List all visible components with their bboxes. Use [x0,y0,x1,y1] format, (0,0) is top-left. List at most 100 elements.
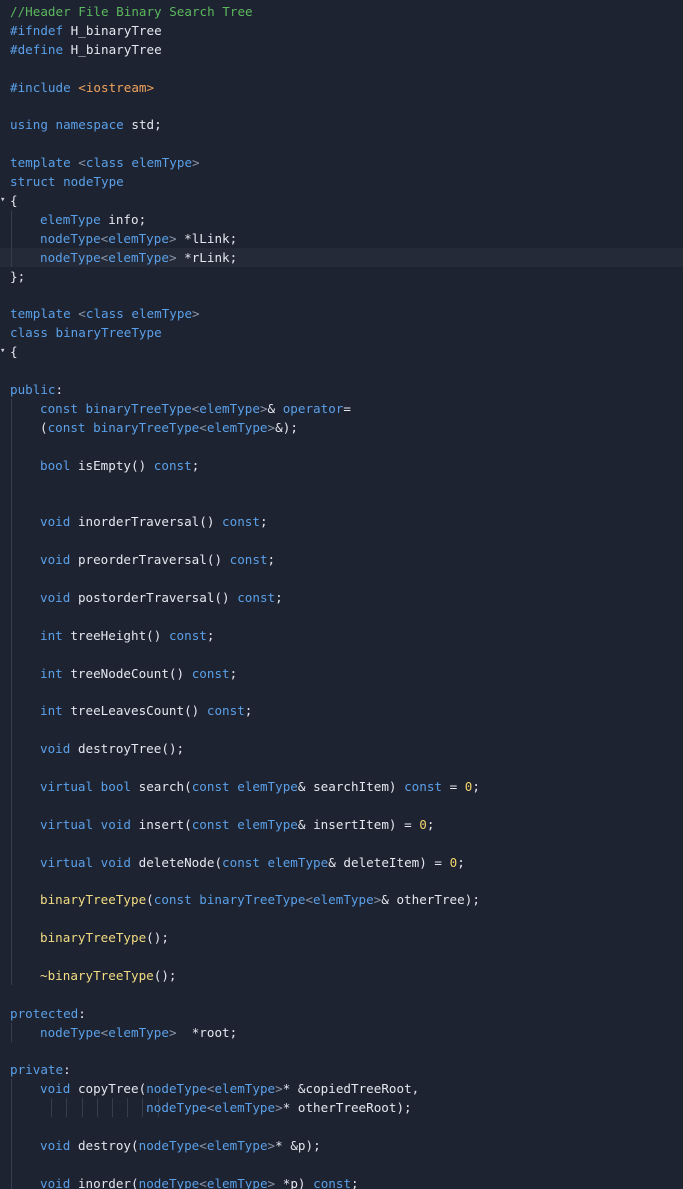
indent-guide [11,436,12,456]
code-line[interactable] [0,644,683,664]
code-text: struct nodeType [10,174,124,190]
indent-guide [11,909,12,929]
code-line[interactable] [0,682,683,702]
code-line[interactable]: void destroy(nodeType<elemType>* &p); [0,1136,683,1155]
indent-guide [11,965,12,985]
code-line[interactable]: private: [0,1060,683,1079]
code-line[interactable]: template <class elemType> [0,153,683,172]
indent-guide [11,209,12,229]
indent-guide [11,569,12,588]
code-text: class binaryTreeType [10,325,162,341]
code-text: using namespace std; [10,117,162,133]
code-line[interactable] [0,97,683,116]
indent-guide [11,833,12,853]
code-line[interactable]: virtual void insert(const elemType& inse… [0,814,683,834]
fold-chevron-icon[interactable]: ▾ [0,191,8,210]
code-line[interactable] [0,531,683,551]
code-line[interactable]: template <class elemType> [0,304,683,323]
code-line[interactable]: virtual bool search(const elemType& sear… [0,776,683,796]
code-line[interactable]: public: [0,380,683,399]
code-line[interactable]: }; [0,267,683,286]
code-line[interactable]: const binaryTreeType<elemType>& operator… [0,398,683,418]
indent-guide [11,493,12,513]
code-line[interactable]: nodeType<elemType> *root; [0,1022,683,1042]
code-line[interactable] [0,795,683,815]
code-line[interactable] [0,947,683,966]
code-line[interactable] [0,1042,683,1061]
code-line[interactable]: protected: [0,1004,683,1023]
code-line[interactable]: (const binaryTreeType<elemType>&); [0,417,683,437]
code-text: { [10,344,18,360]
code-line[interactable] [0,758,683,777]
code-line[interactable] [0,59,683,78]
code-line[interactable]: binaryTreeType(); [0,928,683,948]
code-text: virtual bool search(const elemType& sear… [40,778,480,794]
code-line[interactable]: using namespace std; [0,115,683,134]
code-line[interactable]: void postorderTraversal() const; [0,587,683,607]
code-line[interactable] [0,493,683,513]
code-line[interactable]: nodeType<elemType> *rLink; [0,247,683,267]
indent-guide [11,947,12,966]
code-text: int treeNodeCount() const; [40,665,238,681]
code-line[interactable] [0,909,683,929]
code-text: virtual void deleteNode(const elemType& … [40,854,465,870]
code-line[interactable]: struct nodeType [0,172,683,191]
code-line[interactable]: void inorder(nodeType<elemType> *p) cons… [0,1173,683,1189]
code-line[interactable]: int treeNodeCount() const; [0,663,683,683]
indent-guide [11,455,12,475]
code-line[interactable] [0,833,683,853]
code-line[interactable]: int treeHeight() const; [0,625,683,645]
code-line[interactable]: binaryTreeType(const binaryTreeType<elem… [0,890,683,910]
code-line[interactable] [0,436,683,456]
code-line[interactable] [0,871,683,891]
code-line[interactable]: #define H_binaryTree [0,40,683,59]
code-line[interactable] [0,361,683,380]
code-line[interactable]: nodeType<elemType>* otherTreeRoot); [0,1098,683,1118]
indent-guide [11,739,12,759]
code-line[interactable] [0,134,683,153]
code-editor[interactable]: //Header File Binary Search Tree #ifndef … [0,0,683,1189]
indent-guide [11,1173,12,1189]
code-line[interactable] [0,1154,683,1174]
indent-guide [11,228,12,248]
code-line[interactable]: void copyTree(nodeType<elemType>* &copie… [0,1079,683,1099]
code-line[interactable]: bool isEmpty() const; [0,455,683,475]
code-line[interactable] [0,985,683,1004]
indent-guide [11,1079,12,1099]
code-line[interactable]: nodeType<elemType> *lLink; [0,228,683,248]
code-line[interactable]: #include <iostream> [0,78,683,97]
code-line[interactable]: virtual void deleteNode(const elemType& … [0,852,683,872]
code-line[interactable] [0,720,683,740]
code-text: void postorderTraversal() const; [40,589,283,605]
indent-guide [11,644,12,664]
code-text: nodeType<elemType> *lLink; [40,230,238,246]
code-line[interactable]: #ifndef H_binaryTree [0,21,683,40]
code-text: int treeHeight() const; [40,627,215,643]
code-line[interactable]: void destroyTree(); [0,739,683,759]
code-text: template <class elemType> [10,155,200,171]
code-line[interactable] [0,569,683,588]
code-line[interactable]: ▾{ [0,191,683,210]
code-line[interactable] [0,286,683,305]
code-line[interactable]: elemType info; [0,209,683,229]
code-line[interactable]: void preorderTraversal() const; [0,550,683,570]
indent-guide [11,1154,12,1174]
indent-guide [11,1136,12,1155]
code-line[interactable] [0,474,683,494]
code-text: { [10,193,18,208]
indent-guide [11,776,12,796]
code-line[interactable]: ~binaryTreeType(); [0,965,683,985]
code-line[interactable]: class binaryTreeType [0,323,683,342]
indent-guide [11,398,12,418]
code-text: (const binaryTreeType<elemType>&); [40,419,298,435]
code-text: virtual void insert(const elemType& inse… [40,816,435,832]
fold-chevron-icon[interactable]: ▾ [0,342,8,361]
code-line[interactable]: void inorderTraversal() const; [0,512,683,532]
code-line[interactable] [0,1117,683,1137]
code-line[interactable]: int treeLeavesCount() const; [0,701,683,721]
code-line[interactable]: ▾{ [0,342,683,361]
indent-guide [11,928,12,948]
code-text: }; [10,268,26,284]
code-line[interactable] [0,606,683,626]
code-line[interactable]: //Header File Binary Search Tree [0,2,683,21]
